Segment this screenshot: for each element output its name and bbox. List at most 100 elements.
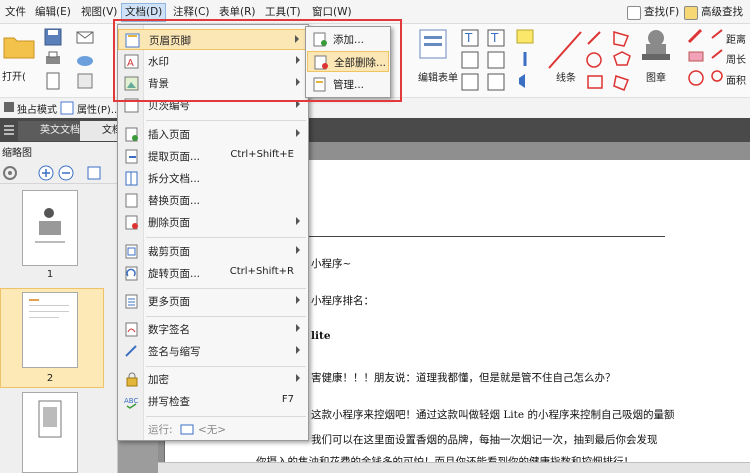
new-doc-icon[interactable]	[44, 72, 62, 90]
exclusive-mode-button[interactable]: 独占模式	[17, 101, 57, 116]
menu-separator	[146, 120, 306, 121]
bates-numbering-icon	[124, 98, 139, 113]
doc-line: 害健康！！！朋友说：道理我都懂，但是就是管不住自己怎么办？	[311, 372, 616, 384]
email-icon[interactable]	[76, 28, 94, 46]
doc-line: lite	[311, 330, 331, 342]
page-thumbnail-2[interactable]	[22, 292, 78, 368]
zoom-out-icon[interactable]	[58, 165, 74, 181]
menu-item-encrypt[interactable]: 加密	[118, 369, 308, 390]
advanced-find-label: 高级查找	[701, 6, 743, 18]
submenu-item-delete-all[interactable]: 全部删除...	[307, 51, 389, 72]
menu-item-extract-pages[interactable]: 提取页面... Ctrl+Shift+E	[118, 146, 308, 167]
menu-form[interactable]: 表单(R)	[216, 4, 259, 21]
folder-search-icon	[684, 5, 698, 20]
menu-item-watermark[interactable]: A 水印	[118, 51, 308, 72]
crop-page-icon	[125, 244, 138, 259]
find-icon	[627, 5, 641, 20]
thumbnail-content	[38, 400, 62, 438]
submenu-arrow-icon	[296, 346, 300, 354]
advanced-find-tool[interactable]: 高级查找	[684, 4, 743, 21]
menu-item-split-document[interactable]: 拆分文档...	[118, 168, 308, 189]
delete-header-icon	[314, 55, 328, 70]
menu-item-label: 签名与缩写	[148, 346, 201, 358]
menu-item-shortcut: Ctrl+Shift+R	[229, 266, 294, 277]
open-label[interactable]: 打开(	[2, 68, 26, 83]
shape-tools-icons[interactable]	[584, 28, 636, 98]
menu-item-header-footer[interactable]: 页眉页脚	[118, 29, 308, 50]
menu-item-replace-pages[interactable]: 替换页面...	[118, 190, 308, 211]
menu-item-shortcut: Ctrl+Shift+E	[230, 149, 294, 160]
distance-label[interactable]: 距离	[726, 31, 746, 46]
menu-edit[interactable]: 编辑(E)	[32, 4, 74, 21]
menu-document[interactable]: 文档(D)	[121, 3, 167, 22]
replace-page-icon	[125, 193, 138, 208]
menu-view[interactable]: 视图(V)	[78, 4, 120, 21]
run-value: <无>	[198, 424, 227, 436]
page-thumbnail-3[interactable]	[22, 392, 78, 473]
zoom-in-icon[interactable]	[38, 165, 54, 181]
gear-icon[interactable]	[2, 165, 18, 181]
insert-page-icon	[125, 127, 138, 142]
area-label[interactable]: 面积	[726, 72, 746, 87]
digital-signature-icon	[125, 322, 138, 337]
properties-icon	[60, 101, 74, 115]
open-folder-icon[interactable]	[2, 32, 36, 60]
tab-list-icon[interactable]	[3, 124, 15, 136]
delete-page-icon	[125, 215, 138, 230]
menu-item-sign-initial[interactable]: 签名与缩写	[118, 341, 308, 362]
spell-check-icon: ABC	[124, 397, 138, 409]
perimeter-label[interactable]: 周长	[726, 51, 746, 66]
menu-file[interactable]: 文件	[2, 4, 29, 21]
menu-item-rotate-pages[interactable]: 旋转页面... Ctrl+Shift+R	[118, 263, 308, 284]
menu-item-spell-check[interactable]: ABC 拼写检查 F7	[118, 391, 308, 412]
watermark-icon: A	[124, 54, 139, 69]
add-header-icon	[313, 32, 327, 47]
print-icon[interactable]	[44, 50, 62, 68]
properties-button[interactable]: 属性(P)...	[77, 101, 120, 116]
menu-window[interactable]: 窗口(W)	[309, 4, 355, 21]
find-tool[interactable]: 查找(F)	[627, 4, 679, 21]
menu-item-insert-pages[interactable]: 插入页面	[118, 124, 308, 145]
tab-english-doc[interactable]: 英文文档	[18, 121, 86, 141]
menu-item-label: 数字签名	[148, 324, 190, 336]
doc-line: 小程序~	[311, 258, 352, 270]
edit-form-icon[interactable]	[418, 28, 452, 62]
menu-tools[interactable]: 工具(T)	[262, 4, 304, 21]
menu-item-delete-pages[interactable]: 删除页面	[118, 212, 308, 233]
rotate-icon[interactable]	[86, 165, 102, 181]
cloud-icon[interactable]	[76, 50, 94, 68]
pen-eraser-icons[interactable]	[686, 26, 706, 92]
menu-separator	[146, 366, 306, 367]
submenu-arrow-icon	[296, 78, 300, 86]
menu-comment[interactable]: 注释(C)	[170, 4, 213, 21]
page-thumbnail-1[interactable]	[22, 190, 78, 266]
export-icon[interactable]	[76, 72, 94, 90]
bottom-navigation-bar[interactable]	[158, 462, 750, 473]
edit-form-label[interactable]: 编辑表单	[418, 69, 458, 84]
menu-item-label: 插入页面	[148, 129, 190, 141]
header-footer-submenu: 添加... 全部删除... 管理...	[305, 26, 391, 98]
menu-item-background[interactable]: 背景	[118, 73, 308, 94]
submenu-arrow-icon	[295, 35, 299, 43]
menu-item-bates-numbering[interactable]: 贝茨编号	[118, 95, 308, 116]
run-label: 运行:	[148, 424, 173, 436]
submenu-item-add[interactable]: 添加...	[307, 29, 389, 50]
menu-item-label: 拆分文档...	[148, 173, 201, 185]
menu-separator	[146, 416, 306, 417]
menu-item-more-pages[interactable]: 更多页面	[118, 291, 308, 312]
exclusive-mode-icon	[4, 102, 14, 112]
save-icon[interactable]	[44, 28, 62, 46]
submenu-item-manage[interactable]: 管理...	[307, 74, 389, 95]
menu-item-crop-pages[interactable]: 裁剪页面	[118, 241, 308, 262]
menu-item-digital-signature[interactable]: 数字签名	[118, 319, 308, 340]
menu-item-label: 拼写检查	[148, 396, 190, 408]
doc-line: 这款小程序来控烟吧！通过这款叫做轻烟 Lite 的小程序来控制自己吸烟的量额	[311, 409, 675, 421]
menu-item-run[interactable]: 运行: <无>	[118, 419, 308, 440]
line-label[interactable]: 线条	[556, 69, 576, 84]
submenu-arrow-icon	[296, 246, 300, 254]
stamp-label[interactable]: 图章	[646, 69, 666, 84]
form-field-icons[interactable]: T T	[460, 28, 516, 98]
note-attach-icons[interactable]	[515, 28, 537, 98]
measure-icons[interactable]	[710, 28, 724, 90]
stamp-icon[interactable]	[638, 26, 674, 66]
